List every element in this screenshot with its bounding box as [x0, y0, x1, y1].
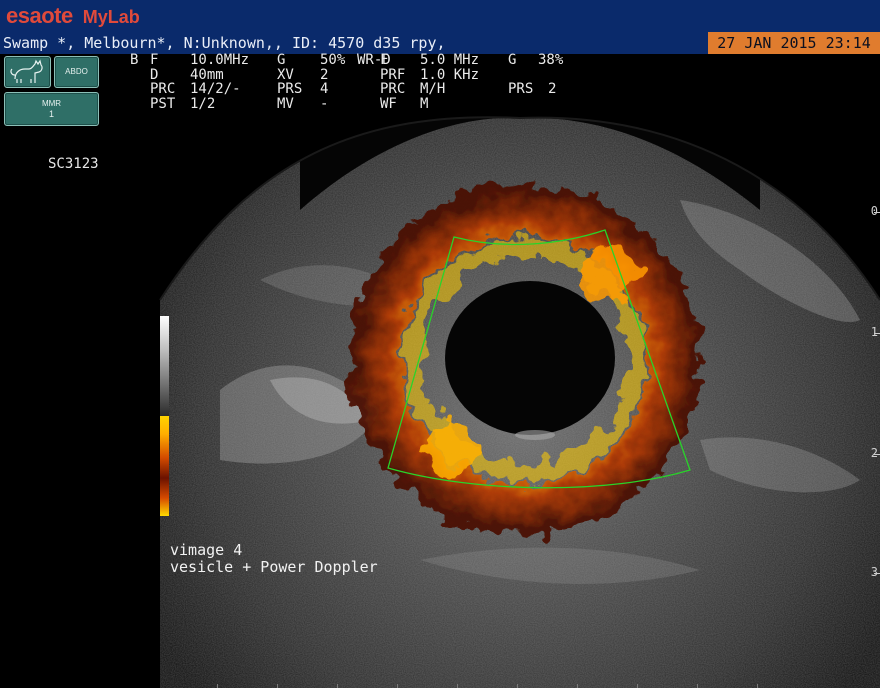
brand-mylab: MyLab [82, 7, 140, 27]
cat-icon [10, 59, 43, 83]
b-d-value: 40mm [190, 66, 224, 83]
caption-line-2: vesicle + Power Doppler [170, 558, 378, 576]
b-prc-label: PRC [150, 81, 176, 97]
mmr-button[interactable]: MMR 1 [4, 92, 99, 126]
brand-logo: esaote MyLab [6, 3, 140, 28]
color-scale-bar [160, 316, 169, 516]
b-mode-label: B [130, 52, 139, 68]
b-prs-label: PRS [277, 81, 303, 97]
b-prs-value: 4 [320, 81, 329, 97]
doppler-wf-label: WF [380, 95, 397, 112]
date-time: 27 JAN 2015 23:14 [708, 32, 880, 54]
b-mv-value: - [320, 95, 329, 112]
doppler-wf-value: M [420, 95, 429, 112]
probe-label: SC3123 [48, 156, 99, 172]
top-bar: esaote MyLab [0, 0, 880, 32]
image-caption: vimage 4 vesicle + Power Doppler [170, 542, 378, 576]
depth-mark-2: 2 [870, 446, 880, 460]
doppler-f-label: F [380, 52, 389, 68]
b-d-label: D [150, 66, 159, 83]
mmr-label: MMR [41, 99, 62, 108]
doppler-prs-value: 2 [548, 81, 557, 97]
doppler-g-label: G [508, 52, 517, 68]
doppler-prf-label: PRF [380, 66, 406, 83]
depth-mark-3: 3 [870, 565, 880, 579]
b-mv-label: MV [277, 95, 294, 112]
ultrasound-image [159, 116, 880, 688]
b-f-label: F [150, 52, 159, 68]
grayscale-map [160, 316, 169, 416]
b-xv-label: XV [277, 66, 294, 83]
depth-mark-1: 1 [870, 325, 880, 339]
b-f-value: 10.0MHz [190, 52, 250, 68]
power-doppler-map [160, 416, 169, 516]
abdo-label: ABDO [65, 67, 88, 76]
depth-mark-0: 0 [870, 204, 880, 218]
doppler-g-value: 38% [538, 52, 564, 68]
b-prc-value: 14/2/- [190, 81, 241, 97]
b-pst-value: 1/2 [190, 95, 216, 112]
b-xv-value: 2 [320, 66, 329, 83]
doppler-f-value: 5.0 MHz [420, 52, 480, 68]
brand-esaote: esaote [6, 3, 73, 28]
species-button[interactable] [4, 56, 51, 88]
caption-line-1: vimage 4 [170, 541, 243, 559]
doppler-prc-label: PRC [380, 81, 406, 97]
abdo-preset-button[interactable]: ABDO [54, 56, 99, 88]
b-g-label: G [277, 52, 286, 68]
doppler-prc-value: M/H [420, 81, 446, 97]
patient-info: Swamp *, Melbourn*, N:Unknown,, ID: 4570… [3, 34, 446, 52]
doppler-prf-value: 1.0 KHz [420, 66, 480, 83]
b-pst-label: PST [150, 95, 176, 112]
doppler-prs-label: PRS [508, 81, 534, 97]
mmr-number: 1 [48, 109, 54, 119]
b-g-value: 50% [320, 52, 346, 68]
